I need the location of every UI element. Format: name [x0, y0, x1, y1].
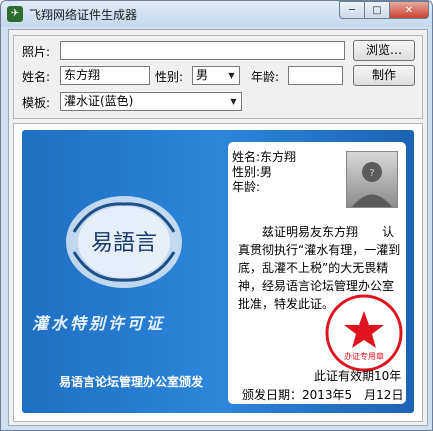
minimize-button[interactable]: ─	[339, 1, 365, 19]
template-label: 模板:	[22, 96, 51, 110]
app-icon: ✈	[7, 6, 23, 22]
gender-select[interactable]: 男 ▼	[192, 66, 240, 85]
emblem-logo: 易語言	[66, 196, 182, 288]
age-line: 年龄:	[232, 180, 261, 194]
preview-frame: 易語言 灌水特别许可证 易语言论坛管理办公室颁发 姓名:东方翔 性别:男 年龄:…	[13, 123, 423, 422]
name-label: 姓名:	[22, 70, 51, 84]
input-group: 照片: 浏览… 姓名: 东方翔 性别: 男 ▼ 年龄: 制作 模板: 灌水证(蓝…	[13, 35, 423, 119]
template-value: 灌水证(蓝色)	[64, 94, 134, 108]
window-title: 飞翔网络证件生成器	[29, 8, 138, 22]
issue-date-line: 颁发日期：2013年5 月12日	[242, 388, 404, 402]
seal-sub-text: 办证专用章	[344, 351, 384, 361]
gender-value: 男	[196, 68, 209, 82]
card-title: 灌水特别许可证	[32, 314, 166, 333]
template-select[interactable]: 灌水证(蓝色) ▼	[60, 92, 242, 111]
photo-path-input[interactable]	[60, 41, 345, 60]
official-seal: 办证专用章	[325, 294, 403, 372]
gender-label: 性别:	[155, 70, 184, 84]
chevron-down-icon[interactable]: ▼	[226, 93, 241, 110]
chevron-down-icon[interactable]: ▼	[224, 67, 239, 84]
age-input[interactable]	[288, 66, 343, 85]
person-silhouette-icon: ?	[352, 162, 392, 207]
name-input[interactable]: 东方翔	[60, 66, 150, 85]
photo-label: 照片:	[22, 45, 51, 59]
maximize-button[interactable]: □	[364, 1, 390, 19]
app-window: ✈ 飞翔网络证件生成器 ─ □ ✕ 照片: 浏览… 姓名: 东方翔 性别: 男 …	[0, 0, 433, 431]
emblem-text: 易語言	[91, 231, 157, 256]
client-area: 照片: 浏览… 姓名: 东方翔 性别: 男 ▼ 年龄: 制作 模板: 灌水证(蓝…	[8, 29, 428, 426]
svg-text:?: ?	[369, 168, 374, 179]
card-issuer: 易语言论坛管理办公室颁发	[59, 375, 204, 389]
title-bar[interactable]: ✈ 飞翔网络证件生成器 ─ □ ✕	[1, 1, 432, 27]
close-button[interactable]: ✕	[389, 1, 429, 19]
photo-placeholder: ?	[346, 151, 398, 208]
info-panel: 姓名:东方翔 性别:男 年龄: ? 兹证明易友东方翔 认真贯彻执行“灌水有理，一…	[228, 142, 406, 404]
make-button[interactable]: 制作	[353, 65, 415, 86]
validity-line: 此证有效期10年	[314, 369, 402, 383]
browse-button[interactable]: 浏览…	[353, 40, 415, 61]
age-label: 年龄:	[251, 70, 280, 84]
certificate-card: 易語言 灌水特别许可证 易语言论坛管理办公室颁发 姓名:东方翔 性别:男 年龄:…	[22, 130, 414, 413]
